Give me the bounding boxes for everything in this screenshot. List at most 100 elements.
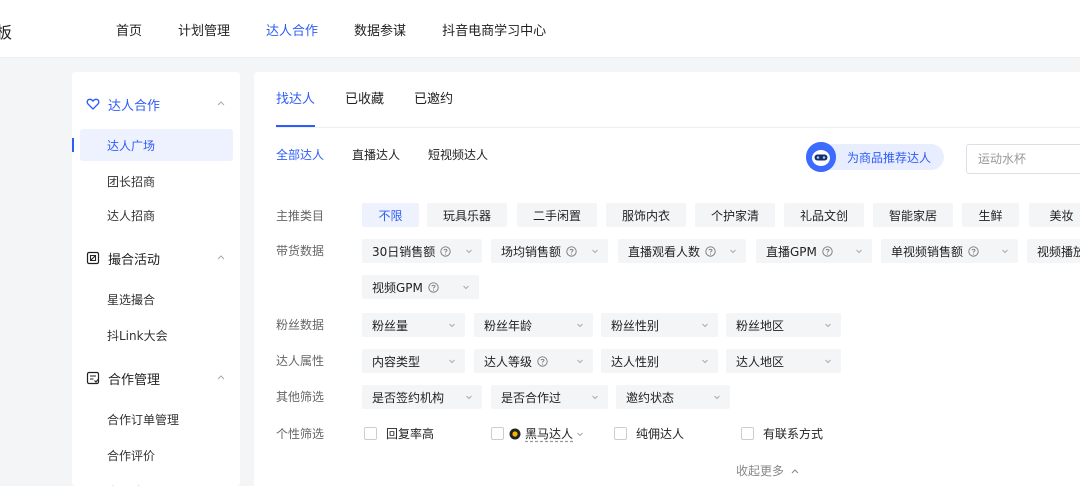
checkbox-box[interactable]: [614, 427, 627, 440]
chip-label: 是否签约机构: [372, 390, 445, 405]
checkbox-box[interactable]: [364, 427, 377, 440]
chevron-up-icon[interactable]: [216, 252, 226, 262]
category-chip-beauty[interactable]: 美妆: [1029, 203, 1080, 227]
checkbox-box[interactable]: [491, 427, 504, 440]
chevron-down-icon: [466, 395, 472, 400]
tabs-divider: [276, 127, 1080, 128]
recommend-creators-button[interactable]: 为商品推荐达人: [806, 142, 944, 172]
creator-gender-dropdown[interactable]: 达人性别: [601, 349, 718, 373]
sidebar-item-order-management[interactable]: 合作订单管理: [80, 403, 233, 435]
commission-only-checkbox[interactable]: 纯佣达人: [614, 425, 684, 442]
creator-type-tabs: 全部达人 直播达人 短视频达人: [276, 146, 516, 163]
tab-find-creators[interactable]: 找达人: [276, 72, 316, 127]
main-tabs: 找达人 已收藏 已邀约: [276, 72, 483, 127]
chip-label: 粉丝地区: [736, 318, 785, 333]
help-icon: [440, 245, 451, 257]
live-gpm-dropdown[interactable]: 直播GPM: [756, 239, 872, 263]
chevron-up-icon[interactable]: [216, 98, 226, 108]
category-chip-smart-home[interactable]: 智能家居: [873, 203, 953, 227]
content-type-dropdown[interactable]: 内容类型: [362, 349, 465, 373]
chevron-down-icon: [856, 249, 862, 254]
sidebar-item-creator-recruit[interactable]: 达人招商: [80, 199, 233, 231]
sidebar-group-creator-cooperation[interactable]: 达人合作: [72, 86, 240, 122]
chevron-down-icon: [577, 359, 583, 364]
sidebar-item-leader-recruit[interactable]: 团长招商: [80, 165, 233, 197]
sidebar-group-label: 达人合作: [108, 98, 161, 114]
sidebar-group-cooperation-management[interactable]: 合作管理: [72, 360, 240, 396]
category-chip-toys[interactable]: 玩具乐器: [427, 203, 507, 227]
chevron-down-icon: [463, 285, 469, 290]
help-icon: [822, 245, 833, 257]
checkbox-box[interactable]: [741, 427, 754, 440]
category-chip-gifts[interactable]: 礼品文创: [784, 203, 864, 227]
chip-label: 场均销售额: [501, 244, 562, 259]
category-chip-unlimited[interactable]: 不限: [362, 203, 419, 227]
invite-status-dropdown[interactable]: 邀约状态: [616, 385, 730, 409]
category-chip-apparel[interactable]: 服饰内衣: [606, 203, 686, 227]
dark-horse-checkbox[interactable]: 黑马达人: [491, 425, 584, 442]
sidebar-group-matching-events[interactable]: 撮合活动: [72, 240, 240, 276]
help-icon: [537, 355, 548, 367]
chevron-down-icon: [714, 395, 720, 400]
top-nav: 首页 计划管理 达人合作 数据参谋 抖音电商学习中心: [116, 0, 582, 58]
chip-label: 直播GPM: [766, 244, 817, 259]
sales-30d-dropdown[interactable]: 30日销售额: [362, 239, 482, 263]
dark-horse-badge-icon: [509, 428, 521, 439]
chevron-up-icon: [791, 468, 799, 473]
subtab-all-creators[interactable]: 全部达人: [276, 146, 324, 163]
collapse-more-button[interactable]: 收起更多: [736, 462, 800, 479]
fans-gender-dropdown[interactable]: 粉丝性别: [601, 313, 718, 337]
has-contact-checkbox[interactable]: 有联系方式: [741, 425, 823, 442]
top-nav-creator-cooperation[interactable]: 达人合作: [266, 20, 318, 39]
search-input[interactable]: [966, 144, 1080, 174]
sidebar-item-link-conference[interactable]: 抖Link大会: [80, 319, 233, 351]
chevron-down-icon: [592, 395, 598, 400]
top-nav-plan-management[interactable]: 计划管理: [178, 20, 230, 39]
tab-invited[interactable]: 已邀约: [414, 72, 453, 127]
sidebar-group-label: 撮合活动: [108, 252, 161, 268]
fans-age-dropdown[interactable]: 粉丝年龄: [474, 313, 593, 337]
video-plays-dropdown[interactable]: 视频播放: [1027, 239, 1080, 263]
top-nav-learning-center[interactable]: 抖音电商学习中心: [442, 20, 546, 39]
video-gpm-dropdown[interactable]: 视频GPM: [362, 275, 479, 299]
top-nav-data-advisor[interactable]: 数据参谋: [354, 20, 406, 39]
filter-label-sales: 带货数据: [276, 244, 325, 258]
chip-label: 视频GPM: [372, 280, 423, 295]
sales-avg-dropdown[interactable]: 场均销售额: [491, 239, 608, 263]
help-icon: [428, 281, 439, 293]
sidebar-group-label: 合作管理: [108, 372, 161, 388]
sidebar-item-star-match[interactable]: 星选撮合: [80, 283, 233, 315]
fans-region-dropdown[interactable]: 粉丝地区: [726, 313, 841, 337]
reply-rate-checkbox[interactable]: 回复率高: [364, 425, 434, 442]
sidebar-item-extra[interactable]: 发易达: [80, 475, 233, 486]
subtab-live-creators[interactable]: 直播达人: [352, 146, 400, 163]
help-icon: [566, 245, 577, 257]
main-panel: 找达人 已收藏 已邀约 全部达人 直播达人 短视频达人 为商品推荐达人 主推类目…: [254, 72, 1080, 486]
cooperated-dropdown[interactable]: 是否合作过: [491, 385, 608, 409]
sidebar: 达人合作 达人广场 团长招商 达人招商 撮合活动 星选撮合 抖Link大会 合作…: [72, 72, 240, 486]
video-sales-dropdown[interactable]: 单视频销售额: [881, 239, 1018, 263]
creator-level-dropdown[interactable]: 达人等级: [474, 349, 593, 373]
live-viewers-dropdown[interactable]: 直播观看人数: [618, 239, 746, 263]
creator-region-dropdown[interactable]: 达人地区: [726, 349, 841, 373]
manage-icon: [86, 371, 100, 385]
category-chip-personal-care[interactable]: 个护家清: [695, 203, 775, 227]
category-chip-fresh[interactable]: 生鲜: [962, 203, 1019, 227]
sidebar-item-creator-plaza[interactable]: 达人广场: [72, 129, 233, 161]
signed-agency-dropdown[interactable]: 是否签约机构: [362, 385, 482, 409]
chevron-up-icon[interactable]: [216, 372, 226, 382]
sidebar-item-cooperation-review[interactable]: 合作评价: [80, 439, 233, 471]
top-nav-home[interactable]: 首页: [116, 20, 142, 39]
chip-label: 是否合作过: [501, 390, 562, 405]
subtab-video-creators[interactable]: 短视频达人: [428, 146, 488, 163]
chip-label: 直播观看人数: [628, 244, 701, 259]
chip-label: 达人性别: [611, 354, 660, 369]
tab-favorited[interactable]: 已收藏: [345, 72, 384, 127]
chip-label: 粉丝量: [372, 318, 409, 333]
checkbox-label: 回复率高: [386, 427, 435, 441]
chevron-down-icon: [449, 323, 455, 328]
filter-label-attrs: 达人属性: [276, 354, 325, 368]
checkbox-label: 有联系方式: [763, 427, 824, 441]
fans-count-dropdown[interactable]: 粉丝量: [362, 313, 465, 337]
category-chip-second-hand[interactable]: 二手闲置: [517, 203, 597, 227]
